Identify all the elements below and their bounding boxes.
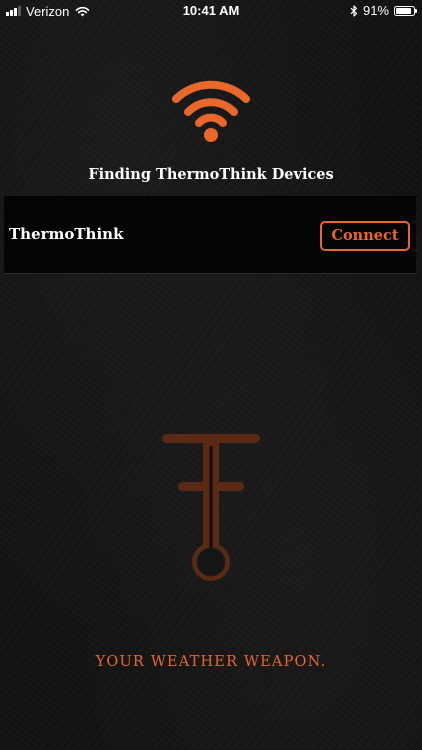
tagline: YOUR WEATHER WEAPON.	[95, 654, 327, 670]
bluetooth-icon	[350, 4, 358, 17]
connect-button[interactable]: Connect	[320, 221, 410, 251]
thermometer-logo	[162, 434, 260, 581]
status-bar-right: 91%	[350, 3, 417, 18]
battery-percent: 91%	[362, 3, 389, 18]
battery-icon	[394, 5, 417, 16]
status-bar: Verizon 10:41 AM 91%	[0, 0, 422, 22]
device-name: ThermoThink	[9, 225, 124, 243]
battery-fill	[396, 7, 411, 14]
page-title: Finding ThermoThink Devices	[88, 166, 334, 183]
device-list-item[interactable]: ThermoThink Connect	[4, 196, 416, 274]
wifi-icon	[172, 80, 250, 142]
